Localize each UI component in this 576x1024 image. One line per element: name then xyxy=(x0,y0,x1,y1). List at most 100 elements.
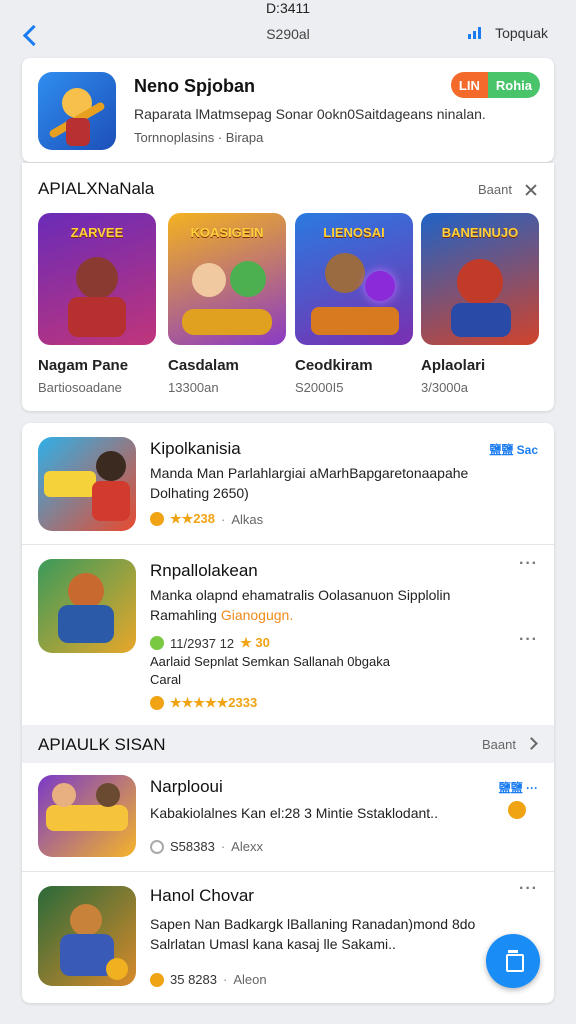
description-line: Dolhating 2650) xyxy=(150,485,249,501)
app-icon xyxy=(38,775,136,857)
tile-name: Nagam Pane xyxy=(38,357,129,374)
featured-title: Neno Spjoban xyxy=(134,76,255,96)
hero-body-icon xyxy=(66,118,90,146)
character-icon xyxy=(192,263,226,297)
meta-sub: Alkas xyxy=(231,511,264,527)
list-item[interactable]: Narplooui Kabakiolalnes Kan el:28 3 Mint… xyxy=(22,763,554,871)
meta-prefix: 11/2937 12 xyxy=(170,635,235,651)
character-body-icon xyxy=(92,481,130,521)
tile-game-icon: KOASIGEIN xyxy=(168,213,286,345)
character-icon xyxy=(325,253,365,293)
rating: ★★★★★2333 xyxy=(170,695,258,710)
tile-banner-text: ZARVEE xyxy=(70,225,124,240)
app-icon xyxy=(38,559,136,653)
status-bar: D:3411 xyxy=(0,0,576,16)
tile-game-icon: LIENOSAI xyxy=(295,213,413,345)
section-header: APIAULK SISAN Baant xyxy=(22,725,554,763)
rating: ★★238 xyxy=(170,511,215,526)
character-icon xyxy=(68,573,104,609)
creature-icon xyxy=(230,261,266,297)
rating-badge-icon xyxy=(150,972,164,987)
extra-line: Caral xyxy=(150,672,182,687)
more-icon[interactable]: ··· xyxy=(519,880,538,898)
app-description: Kabakiolalnes Kan el:28 3 Mintie Sstaklo… xyxy=(150,803,530,823)
coin-icon xyxy=(106,958,128,980)
status-dot-icon xyxy=(150,636,164,650)
tile-game-icon: BANEINUJO xyxy=(421,213,539,345)
app-title: Kipolkanisia xyxy=(150,439,241,458)
app-meta: 11/2937 12 ★ 30 xyxy=(150,635,270,651)
app-title: Narplooui xyxy=(150,777,223,796)
app-tile[interactable]: LIENOSAI Ceodkiram S2000I5 xyxy=(295,213,413,395)
tile-sub: Bartiosoadane xyxy=(38,380,122,395)
section-title: APIAULK SISAN xyxy=(38,735,166,754)
more-icon[interactable]: ··· xyxy=(519,555,538,573)
list-item[interactable]: Kipolkanisia Manda Man Parlahlargiai aMa… xyxy=(22,423,554,545)
character-body-icon xyxy=(58,605,114,643)
app-meta: 35 8283 · Aleon xyxy=(150,972,267,987)
featured-description: Raparata lMatmsepag Sonar 0okn0Saitdagea… xyxy=(134,106,486,122)
app-list-card: Kipolkanisia Manda Man Parlahlargiai aMa… xyxy=(22,423,554,1003)
nav-right-label: Topquak xyxy=(495,25,548,41)
app-tile[interactable]: KOASIGEIN Casdalam 13300an xyxy=(168,213,286,395)
app-description: Sapen Nan Badkargk lBallaning Ranadan)mo… xyxy=(150,914,530,954)
nav-right-group[interactable]: Topquak xyxy=(468,25,548,41)
nav-bar: S290al Topquak xyxy=(0,16,576,56)
section-title: APIALXNaNala xyxy=(38,179,155,198)
notification-badge-icon xyxy=(508,801,526,819)
description-line: Manka olapnd ehamatralis Oolasanuon Sipp… xyxy=(150,587,451,603)
separator: · xyxy=(220,839,226,854)
description-line: Manda Man Parlahlargiai aMarhBapgaretona… xyxy=(150,465,469,481)
floating-action-clipboard-button[interactable] xyxy=(486,934,540,988)
app-icon xyxy=(38,886,136,986)
app-meta: ★★238 · Alkas xyxy=(150,511,263,527)
separator: · xyxy=(221,511,226,527)
highlight-text: Gianogugn. xyxy=(220,607,294,623)
extra-line: Aarlaid Sepnlat Semkan Sallanah 0bgaka xyxy=(150,654,390,669)
app-tag[interactable]: 鹽鹽 Sac xyxy=(489,441,538,458)
app-tag[interactable]: 鹽鹽 ··· xyxy=(499,779,538,796)
description-line: Salrlatan Umasl kana kasaj lle Sakami.. xyxy=(150,936,396,952)
more-icon[interactable]: ··· xyxy=(519,631,538,649)
tile-banner-text: LIENOSAI xyxy=(323,225,385,240)
tile-banner-text: KOASIGEIN xyxy=(190,225,264,240)
app-tile[interactable]: ZARVEE Nagam Pane Bartiosoadane xyxy=(38,213,156,395)
logo-plate-icon xyxy=(44,471,96,497)
meta-sub: Alexx xyxy=(231,839,263,854)
featured-card[interactable]: Neno Spjoban Raparata lMatmsepag Sonar 0… xyxy=(22,58,554,162)
rating-badge-icon xyxy=(150,696,164,710)
app-extra: Aarlaid Sepnlat Semkan Sallanah 0bgaka C… xyxy=(150,653,530,689)
character-icon xyxy=(76,257,118,299)
separator: · xyxy=(223,972,228,987)
featured-pill[interactable]: LIN Rohia xyxy=(450,72,540,98)
character-icon xyxy=(457,259,503,305)
close-icon[interactable] xyxy=(524,183,538,197)
rating-badge-icon xyxy=(150,512,164,526)
pill-right[interactable]: Rohia xyxy=(487,72,540,98)
app-title: Rnpallolakean xyxy=(150,561,258,580)
meta-sub: Aleon xyxy=(233,972,267,987)
description-line: Kabakiolalnes Kan el:28 3 Mintie Sstaklo… xyxy=(150,805,438,821)
tile-name: Casdalam xyxy=(168,357,239,374)
meta-value: S58383 xyxy=(170,839,215,854)
status-time: D:3411 xyxy=(265,0,311,16)
featured-app-icon[interactable] xyxy=(38,72,116,150)
tile-sub: 3/3000a xyxy=(421,380,468,395)
app-description: Manda Man Parlahlargiai aMarhBapgaretona… xyxy=(150,463,530,503)
list-item[interactable]: Hanol Chovar Sapen Nan Badkargk lBallani… xyxy=(22,872,554,1003)
description-line: Ramahling Gianogugn. xyxy=(150,605,530,625)
description-line: Sapen Nan Badkargk lBallaning Ranadan)mo… xyxy=(150,916,476,932)
logo-plate-icon xyxy=(182,309,272,335)
tile-name: Aplaolari xyxy=(421,357,486,374)
section-see-all-link[interactable]: Baant xyxy=(482,737,516,752)
section-see-all-link[interactable]: Baant xyxy=(478,182,512,197)
app-tile[interactable]: BANEINUJO Aplaolari 3/3000a xyxy=(421,213,539,395)
list-item[interactable]: Rnpallolakean Manka olapnd ehamatralis O… xyxy=(22,545,554,725)
chevron-right-icon[interactable] xyxy=(525,737,538,750)
pill-left[interactable]: LIN xyxy=(450,72,488,98)
character-icon xyxy=(96,451,126,481)
app-icon xyxy=(38,437,136,531)
tile-sub: 13300an xyxy=(168,380,219,395)
rating: ★ 30 xyxy=(240,635,270,650)
tile-name: Ceodkiram xyxy=(295,357,373,374)
